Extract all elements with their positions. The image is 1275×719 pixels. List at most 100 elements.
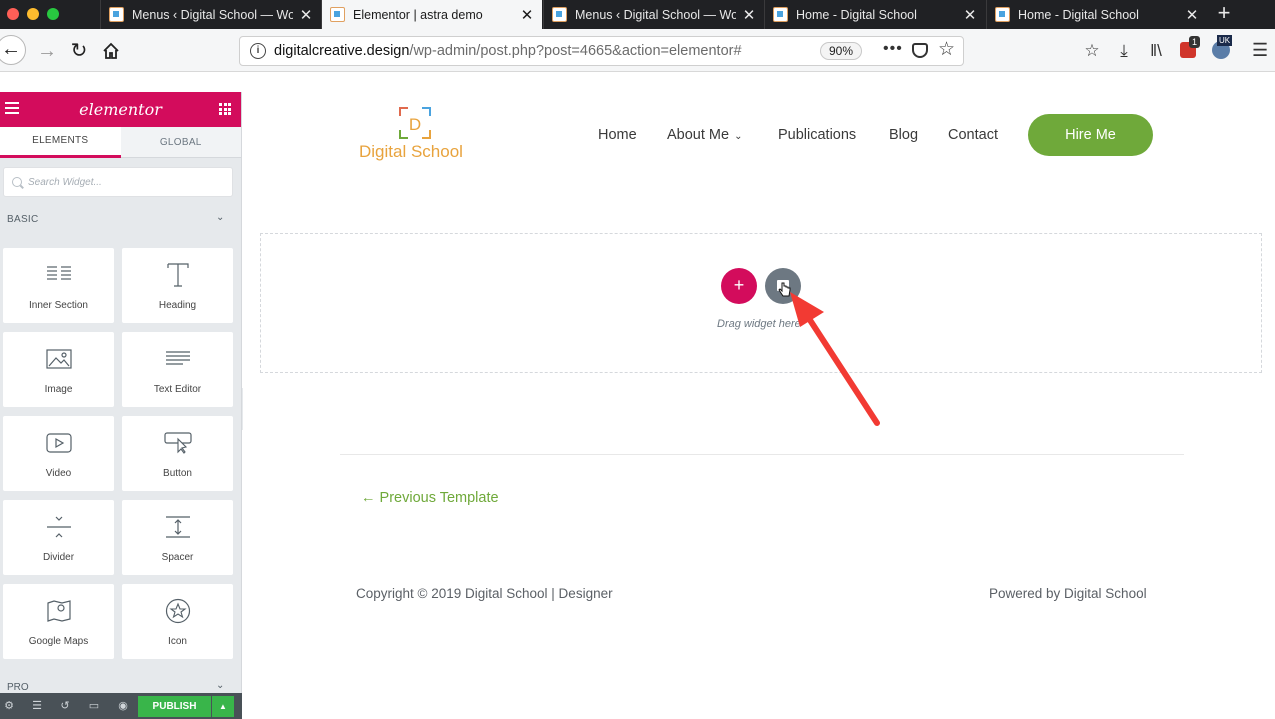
publish-options-button[interactable]: ▲: [212, 696, 234, 717]
widget-image[interactable]: Image: [3, 332, 114, 407]
widget-label: Google Maps: [28, 636, 89, 647]
address-bar[interactable]: i digitalcreative.design/wp-admin/post.p…: [239, 36, 964, 66]
extension-badge-icon[interactable]: 1: [1180, 36, 1201, 58]
browser-tab-active[interactable]: Elementor | astra demo ✕: [321, 0, 542, 29]
window-close-button[interactable]: [7, 8, 19, 20]
site-info-icon[interactable]: i: [250, 43, 266, 59]
nav-contact[interactable]: Contact: [948, 127, 998, 143]
navigator-layers-icon[interactable]: ☰: [31, 700, 43, 712]
home-icon: [103, 42, 119, 59]
new-tab-button[interactable]: +: [1212, 2, 1236, 26]
tab-close-icon[interactable]: ✕: [520, 6, 534, 24]
url-path: /wp-admin/post.php?post=4665&action=elem…: [409, 43, 742, 59]
publish-button[interactable]: PUBLISH: [138, 696, 211, 717]
widget-google-maps[interactable]: Google Maps: [3, 584, 114, 659]
inner-section-icon: [3, 262, 114, 288]
widget-spacer[interactable]: Spacer: [122, 500, 233, 575]
tab-close-icon[interactable]: ✕: [742, 6, 756, 24]
hamburger-menu-icon[interactable]: ☰: [1252, 41, 1268, 59]
widget-text-editor[interactable]: Text Editor: [122, 332, 233, 407]
badge-count: 1: [1189, 36, 1201, 48]
nav-publications[interactable]: Publications: [778, 127, 856, 143]
reload-button[interactable]: ↻: [66, 38, 92, 64]
divider-icon: [3, 514, 114, 540]
tab-elements[interactable]: ELEMENTS: [0, 127, 121, 158]
page-actions-icon[interactable]: •••: [883, 40, 903, 58]
spacer-icon: [122, 514, 233, 540]
widget-heading[interactable]: Heading: [122, 248, 233, 323]
search-input[interactable]: [28, 176, 218, 188]
chevron-down-icon[interactable]: ⌄: [216, 212, 224, 223]
browser-tab[interactable]: Home - Digital School ✕: [986, 0, 1207, 29]
panel-footer: ⚙ ☰ ↺ ▭ ◉ PUBLISH ▲: [0, 693, 242, 719]
hire-me-button[interactable]: Hire Me: [1028, 114, 1153, 156]
tab-close-icon[interactable]: ✕: [1185, 6, 1199, 24]
previous-template-link[interactable]: ← Previous Template: [361, 490, 499, 506]
tab-close-icon[interactable]: ✕: [963, 6, 977, 24]
browser-tab[interactable]: Menus ‹ Digital School — Wor ✕: [543, 0, 764, 29]
widget-search: [3, 167, 233, 197]
widget-label: Icon: [168, 636, 187, 647]
widgets-grid-icon[interactable]: [219, 103, 231, 115]
widget-divider[interactable]: Divider: [3, 500, 114, 575]
hand-cursor-icon: [778, 282, 791, 297]
tab-title: Menus ‹ Digital School — Wor: [575, 7, 736, 22]
button-icon: [122, 430, 233, 456]
widget-video[interactable]: Video: [3, 416, 114, 491]
window-minimize-button[interactable]: [27, 8, 39, 20]
elementor-logo: elementor: [79, 100, 162, 119]
nav-blog[interactable]: Blog: [889, 127, 918, 143]
widget-label: Heading: [158, 300, 197, 311]
pocket-icon[interactable]: [912, 43, 928, 58]
browser-toolbar: ← → ↻ i digitalcreative.design/wp-admin/…: [0, 29, 1275, 72]
library-icon[interactable]: ‖\: [1144, 39, 1168, 63]
home-button[interactable]: [98, 38, 124, 64]
widget-button[interactable]: Button: [122, 416, 233, 491]
browser-tab[interactable]: Home - Digital School ✕: [764, 0, 985, 29]
bookmark-star-icon[interactable]: ☆: [938, 38, 955, 61]
chevron-down-icon: ⌄: [734, 131, 743, 142]
nav-home[interactable]: Home: [598, 127, 637, 143]
section-title-basic[interactable]: BASIC: [7, 214, 39, 225]
site-favicon-icon: [773, 7, 788, 22]
widget-label: Image: [44, 384, 73, 395]
content-divider: [340, 454, 1184, 455]
responsive-mode-icon[interactable]: ▭: [88, 700, 100, 712]
footer-powered-by: Powered by Digital School: [989, 586, 1147, 601]
widget-label: Text Editor: [153, 384, 202, 395]
url-host: digitalcreative.design: [274, 43, 410, 59]
back-button[interactable]: ←: [0, 35, 26, 65]
heading-icon: [122, 262, 233, 288]
reading-list-icon[interactable]: ☆: [1080, 39, 1104, 63]
forward-button[interactable]: →: [34, 38, 60, 64]
zoom-level[interactable]: 90%: [820, 42, 863, 60]
widget-inner-section[interactable]: Inner Section: [3, 248, 114, 323]
browser-tab[interactable]: Menus ‹ Digital School — Wor ✕: [100, 0, 321, 29]
widget-icon[interactable]: Icon: [122, 584, 233, 659]
nav-about[interactable]: About Me ⌄: [667, 127, 742, 143]
window-zoom-button[interactable]: [47, 8, 59, 20]
widget-label: Spacer: [161, 552, 194, 563]
star-icon: [122, 598, 233, 624]
tab-title: Home - Digital School: [796, 7, 917, 22]
panel-header: elementor: [0, 92, 241, 127]
empty-section-dropzone[interactable]: [260, 233, 1262, 373]
nav-about-label: About Me: [667, 127, 730, 143]
add-section-button[interactable]: +: [721, 268, 757, 304]
site-logo-icon: D: [399, 107, 431, 139]
tab-global[interactable]: GLOBAL: [120, 127, 241, 158]
vpn-globe-icon[interactable]: UK: [1212, 35, 1233, 59]
tab-title: Home - Digital School: [1018, 7, 1139, 22]
history-icon[interactable]: ↺: [59, 700, 71, 712]
site-logo-text[interactable]: Digital School: [359, 142, 463, 162]
preview-eye-icon[interactable]: ◉: [117, 700, 129, 712]
downloads-icon[interactable]: ⤓: [1112, 39, 1136, 63]
widget-label: Video: [45, 468, 72, 479]
chevron-down-icon[interactable]: ⌄: [216, 680, 224, 691]
google-maps-icon: [3, 598, 114, 624]
settings-gear-icon[interactable]: ⚙: [3, 700, 15, 712]
locale-badge: UK: [1217, 35, 1233, 46]
elementor-favicon-icon: [330, 7, 345, 22]
section-title-pro[interactable]: PRO: [7, 682, 29, 693]
tab-close-icon[interactable]: ✕: [299, 6, 313, 24]
